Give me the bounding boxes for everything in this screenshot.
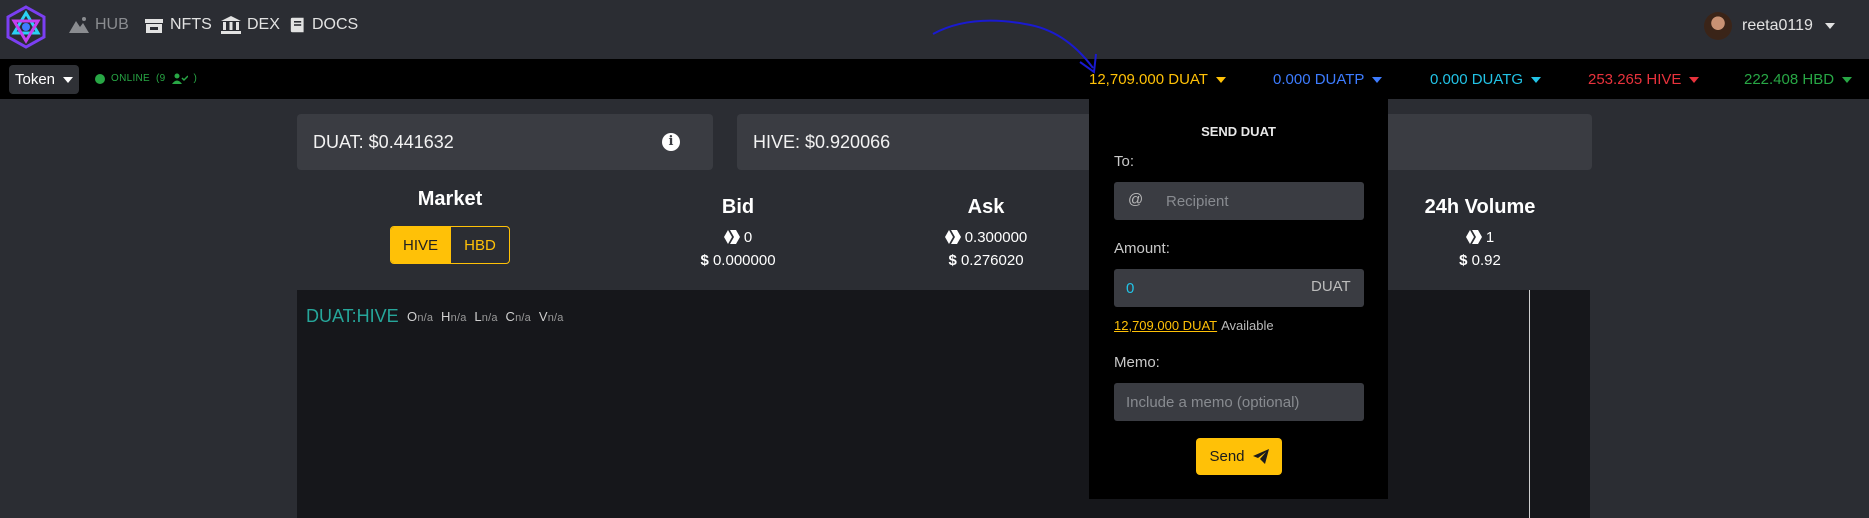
bid-title: Bid <box>721 196 755 218</box>
online-label: ONLINE <box>111 73 151 84</box>
bid-usd-value: $ 0.000000 <box>680 252 796 269</box>
send-label: Send <box>1209 448 1245 465</box>
bid-hive-value: 0 <box>680 229 796 246</box>
user-menu[interactable]: reeta0119 <box>1704 12 1835 40</box>
balance-hbd-dropdown[interactable]: 222.408 HBD <box>1744 71 1853 88</box>
ohlc-close: Cn/a <box>505 309 531 324</box>
store-icon <box>145 19 163 33</box>
balance-hive: 253.265 HIVE <box>1588 71 1682 88</box>
bid-usd: 0.000000 <box>712 252 776 269</box>
chevron-down-icon <box>1215 77 1226 84</box>
balance-duatg-dropdown[interactable]: 0.000 DUATG <box>1430 71 1542 88</box>
ask-usd-value: $ 0.276020 <box>928 252 1044 269</box>
volume-usd-value: $ 0.92 <box>1410 252 1550 269</box>
market-hive-button[interactable]: HIVE <box>391 227 450 263</box>
amount-unit: DUAT <box>1311 278 1351 295</box>
ask-hive: 0.300000 <box>964 229 1028 246</box>
market-title: Market <box>417 188 483 210</box>
hive-icon <box>1465 230 1482 244</box>
nav-docs[interactable]: DOCS <box>290 16 358 34</box>
nav-docs-label: DOCS <box>312 16 359 33</box>
balance-duatg: 0.000 DUATG <box>1430 71 1524 88</box>
book-icon <box>290 17 304 33</box>
ohlc-volume: Vn/a <box>538 309 564 324</box>
token-label: Token <box>14 71 56 88</box>
status-dot-icon <box>95 73 105 84</box>
at-symbol: @ <box>1128 191 1144 208</box>
volume-hive: 1 <box>1485 229 1495 246</box>
send-button[interactable]: Send <box>1196 438 1282 475</box>
nav-dex-label: DEX <box>247 16 280 33</box>
chevron-down-icon <box>63 76 74 83</box>
available-balance: 12,709.000 DUAT Available <box>1114 318 1274 333</box>
balance-hive-dropdown[interactable]: 253.265 HIVE <box>1588 71 1700 88</box>
bid-hive: 0 <box>743 229 753 246</box>
market-toggle: HIVE HBD <box>390 226 510 264</box>
nav-dex[interactable]: DEX <box>221 16 280 34</box>
available-label: Available <box>1221 318 1274 333</box>
avatar <box>1704 12 1732 40</box>
logo-icon[interactable] <box>4 5 48 49</box>
chevron-down-icon <box>1842 77 1853 84</box>
paper-plane-icon <box>1252 449 1269 464</box>
send-title: SEND DUAT <box>1201 124 1276 139</box>
chevron-down-icon <box>1531 77 1542 84</box>
ask-title: Ask <box>967 196 1005 218</box>
price-chart[interactable] <box>297 290 1590 518</box>
users-icon <box>171 73 188 84</box>
nav-nfts[interactable]: NFTS <box>144 16 212 34</box>
online-status: ONLINE (9 ) <box>95 73 197 84</box>
username: reeta0119 <box>1742 17 1813 34</box>
memo-input[interactable] <box>1114 383 1364 421</box>
volume-hive-value: 1 <box>1410 229 1550 246</box>
ask-usd: 0.276020 <box>960 252 1024 269</box>
hive-price: HIVE: $0.920066 <box>753 131 891 152</box>
volume-title: 24h Volume <box>1424 196 1536 218</box>
ohlc-low: Ln/a <box>474 309 498 324</box>
bank-icon <box>221 16 241 34</box>
chart-ohlc-legend: On/a Hn/a Ln/a Cn/a Vn/a <box>407 309 568 324</box>
available-amount-link[interactable]: 12,709.000 DUAT <box>1114 318 1217 333</box>
online-count-close: ) <box>193 73 198 84</box>
to-label: To: <box>1114 153 1135 170</box>
ohlc-open: On/a <box>407 309 434 324</box>
amount-label: Amount: <box>1114 240 1170 257</box>
recipient-input[interactable] <box>1114 182 1364 220</box>
balance-hbd: 222.408 HBD <box>1744 71 1835 88</box>
nav-hub-label: HUB <box>95 16 129 33</box>
dollar-icon: $ <box>1459 252 1472 269</box>
chart-pair-label: DUAT:HIVE <box>306 306 399 326</box>
hive-icon <box>944 230 961 244</box>
chevron-down-icon <box>1372 77 1383 84</box>
nav-hub[interactable]: HUB <box>69 16 129 34</box>
chevron-down-icon <box>1824 23 1835 29</box>
ohlc-high: Hn/a <box>441 309 467 324</box>
hive-icon <box>723 230 740 244</box>
chevron-down-icon <box>1689 77 1700 84</box>
market-hbd-button[interactable]: HBD <box>450 227 509 263</box>
mountain-icon <box>69 17 89 33</box>
online-count: (9 <box>156 73 166 84</box>
chart-crosshair-line <box>1529 290 1530 518</box>
dollar-icon: $ <box>948 252 961 269</box>
balance-duatp-dropdown[interactable]: 0.000 DUATP <box>1273 71 1383 88</box>
balance-duatp: 0.000 DUATP <box>1273 71 1365 88</box>
ask-hive-value: 0.300000 <box>928 229 1044 246</box>
duat-price: DUAT: $0.441632 <box>313 131 454 152</box>
duat-price-box: DUAT: $0.441632 <box>297 114 713 170</box>
memo-label: Memo: <box>1114 354 1160 371</box>
info-icon[interactable]: i <box>662 133 680 151</box>
annotation-arrow-icon <box>932 19 1097 74</box>
dollar-icon: $ <box>700 252 713 269</box>
token-dropdown-button[interactable]: Token <box>9 65 79 94</box>
nav-nfts-label: NFTS <box>170 16 212 33</box>
volume-usd: 0.92 <box>1471 252 1501 269</box>
